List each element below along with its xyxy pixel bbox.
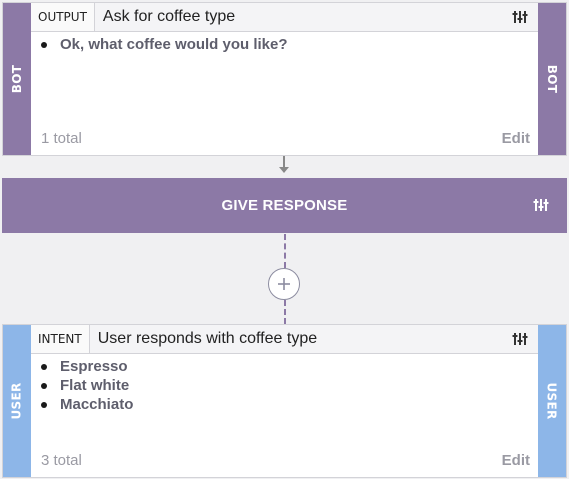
user-side-label-left: USER — [10, 382, 24, 420]
bot-side-label-right: BOT — [545, 64, 559, 94]
give-response-step[interactable]: GIVE RESPONSE — [2, 178, 567, 233]
plus-icon — [278, 278, 290, 290]
bot-card-header: OUTPUT Ask for coffee type — [31, 3, 538, 32]
tune-sliders-icon[interactable] — [527, 191, 555, 219]
intent-tag: INTENT — [31, 325, 90, 353]
bot-side-bar-right: BOT — [538, 3, 566, 155]
bot-card-title[interactable]: Ask for coffee type — [95, 8, 506, 26]
bot-total-count: 1 total — [41, 130, 82, 147]
connector-line — [284, 300, 286, 324]
give-response-label: GIVE RESPONSE — [221, 197, 348, 214]
list-item: Ok, what coffee would you like? — [41, 35, 288, 54]
bot-side-bar-left: BOT — [3, 3, 31, 155]
user-card-header: INTENT User responds with coffee type — [31, 325, 538, 354]
bot-output-list: Ok, what coffee would you like? — [41, 35, 288, 54]
connector-line — [284, 234, 286, 268]
list-item: Flat white — [41, 376, 133, 395]
bot-side-label-left: BOT — [10, 64, 24, 94]
add-step-button[interactable] — [268, 268, 300, 300]
user-intent-list: Espresso Flat white Macchiato — [41, 357, 133, 414]
list-item: Macchiato — [41, 395, 133, 414]
list-item: Espresso — [41, 357, 133, 376]
arrow-down-icon — [278, 156, 290, 180]
output-tag: OUTPUT — [31, 3, 95, 31]
bot-output-card[interactable]: BOT BOT OUTPUT Ask for coffee type Ok, w… — [2, 2, 567, 156]
user-side-bar-left: USER — [3, 325, 31, 477]
user-total-count: 3 total — [41, 452, 82, 469]
tune-sliders-icon[interactable] — [506, 325, 534, 353]
user-side-label-right: USER — [545, 382, 559, 420]
user-intent-card[interactable]: USER USER INTENT User responds with coff… — [2, 324, 567, 478]
tune-sliders-icon[interactable] — [506, 3, 534, 31]
user-side-bar-right: USER — [538, 325, 566, 477]
user-edit-link[interactable]: Edit — [502, 452, 530, 469]
bot-edit-link[interactable]: Edit — [502, 130, 530, 147]
user-card-title[interactable]: User responds with coffee type — [90, 330, 506, 348]
